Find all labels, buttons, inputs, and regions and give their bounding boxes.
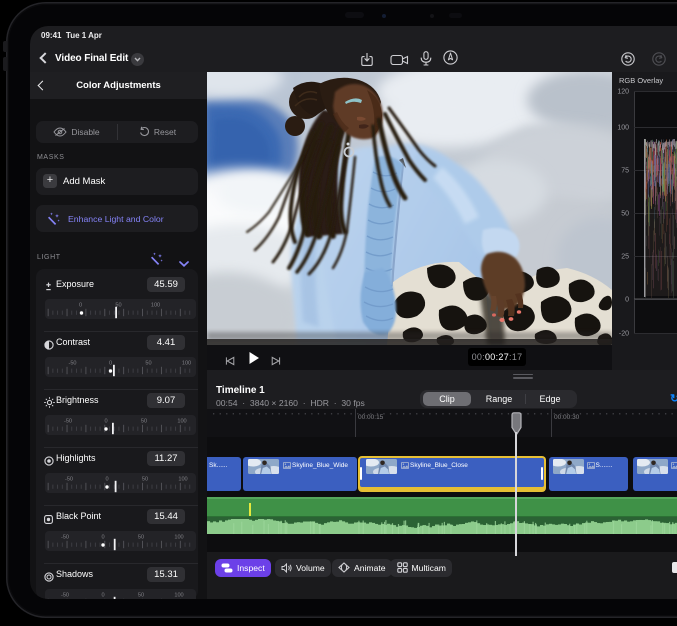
svg-text:50: 50 — [138, 592, 144, 598]
svg-text:0: 0 — [105, 476, 108, 482]
svg-text:50: 50 — [138, 534, 144, 540]
svg-text:0: 0 — [104, 418, 107, 424]
svg-text:100: 100 — [177, 418, 186, 424]
svg-text:100: 100 — [174, 534, 183, 540]
svg-text:-50: -50 — [61, 534, 69, 540]
svg-text:100: 100 — [617, 125, 629, 132]
svg-text:120: 120 — [617, 89, 629, 96]
svg-text:50: 50 — [142, 476, 148, 482]
svg-text:0: 0 — [625, 297, 629, 304]
svg-text:100: 100 — [178, 476, 187, 482]
svg-text:100: 100 — [182, 360, 191, 366]
svg-text:0: 0 — [101, 592, 104, 598]
svg-text:-50: -50 — [64, 418, 72, 424]
svg-text:0: 0 — [109, 360, 112, 366]
svg-text:-20: -20 — [619, 331, 629, 338]
svg-text:50: 50 — [621, 211, 629, 218]
svg-text:50: 50 — [141, 418, 147, 424]
svg-text:-50: -50 — [61, 592, 69, 598]
svg-text:50: 50 — [145, 360, 151, 366]
svg-text:100: 100 — [151, 302, 160, 308]
svg-text:25: 25 — [621, 254, 629, 261]
svg-text:100: 100 — [174, 592, 183, 598]
svg-text:0: 0 — [101, 534, 104, 540]
svg-text:75: 75 — [621, 168, 629, 175]
svg-text:-50: -50 — [68, 360, 76, 366]
svg-text:-50: -50 — [65, 476, 73, 482]
svg-text:0: 0 — [79, 302, 82, 308]
